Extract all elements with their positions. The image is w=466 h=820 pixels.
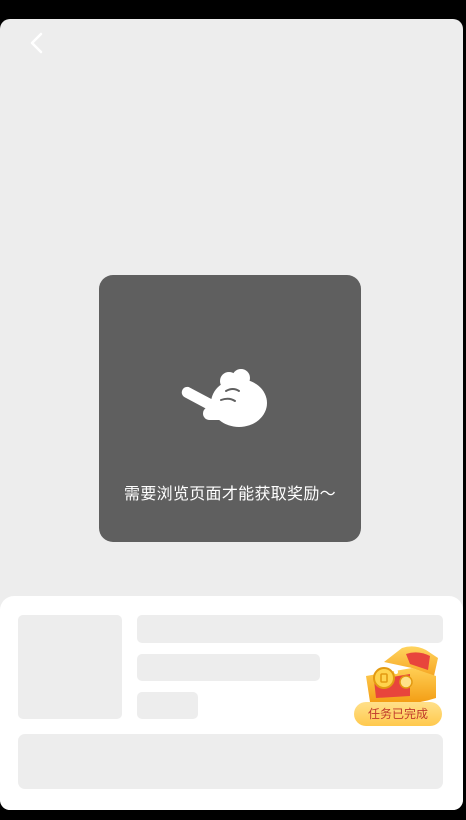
app-screen: 需要浏览页面才能获取奖励～ 任务已完成 xyxy=(0,19,463,810)
task-status-pill: 任务已完成 xyxy=(354,702,442,726)
browse-hint-card: 需要浏览页面才能获取奖励～ xyxy=(99,275,361,542)
thumbnail-placeholder xyxy=(18,615,122,719)
chevron-left-icon xyxy=(30,32,43,54)
back-button[interactable] xyxy=(22,29,52,59)
action-bar-placeholder xyxy=(18,734,443,789)
browse-hint-text: 需要浏览页面才能获取奖励～ xyxy=(124,484,336,503)
task-complete-badge[interactable]: 任务已完成 xyxy=(352,646,446,728)
treasure-chest-icon xyxy=(366,646,438,704)
pointing-hand-icon xyxy=(181,369,267,427)
title-placeholder xyxy=(137,615,443,643)
product-placeholder-panel: 任务已完成 xyxy=(0,596,463,810)
subtitle-placeholder xyxy=(137,654,320,681)
price-placeholder xyxy=(137,692,198,719)
